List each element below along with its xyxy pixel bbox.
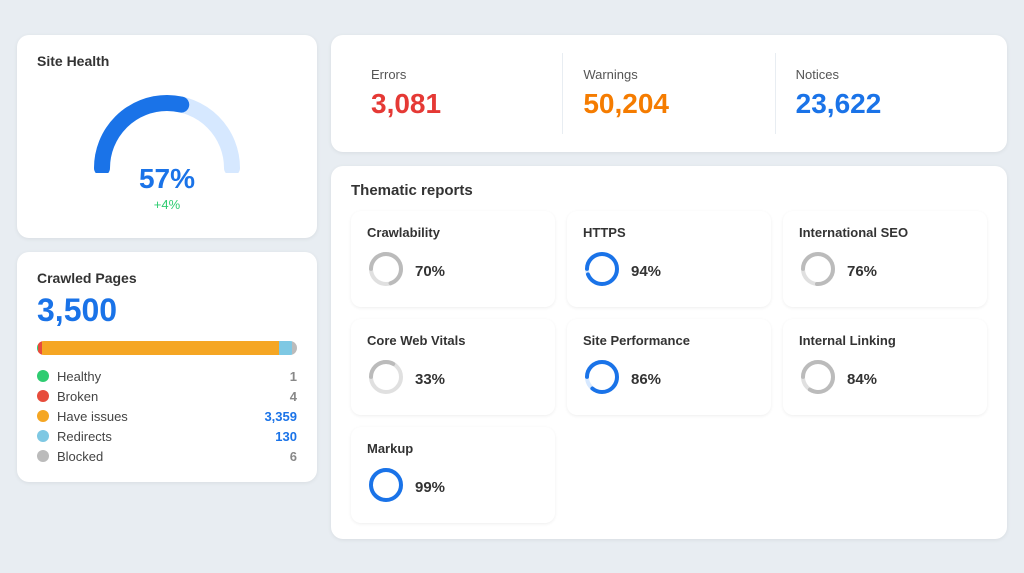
- dot-healthy: [37, 370, 49, 382]
- report-bottom: 86%: [583, 358, 755, 401]
- bar-redirects: [279, 341, 292, 355]
- report-card-site-performance: Site Performance 86%: [567, 319, 771, 415]
- report-percent: 70%: [415, 263, 445, 280]
- legend-broken: Broken 4: [37, 389, 297, 404]
- report-card-https: HTTPS 94%: [567, 211, 771, 307]
- report-name: International SEO: [799, 225, 971, 240]
- report-percent: 84%: [847, 371, 877, 388]
- value-redirects: 130: [275, 429, 297, 444]
- notices-label: Notices: [796, 67, 967, 82]
- dot-redirects: [37, 430, 49, 442]
- legend-blocked: Blocked 6: [37, 449, 297, 464]
- report-percent: 99%: [415, 479, 445, 496]
- report-card-markup: Markup 99%: [351, 427, 555, 523]
- report-card-crawlability: Crawlability 70%: [351, 211, 555, 307]
- report-card-internal-linking: Internal Linking 84%: [783, 319, 987, 415]
- gauge-chart: [87, 83, 247, 173]
- label-redirects: Redirects: [57, 429, 275, 444]
- reports-grid: Crawlability 70% HTTPS 94% International…: [351, 211, 987, 523]
- report-name: Internal Linking: [799, 333, 971, 348]
- notices-value: 23,622: [796, 88, 967, 120]
- left-column: Site Health 57% +4% Crawled Pages 3,500: [17, 35, 317, 539]
- report-bottom: 84%: [799, 358, 971, 401]
- stats-card: Errors 3,081 Warnings 50,204 Notices 23,…: [331, 35, 1007, 152]
- report-percent: 33%: [415, 371, 445, 388]
- value-broken: 4: [290, 389, 297, 404]
- crawled-pages-card: Crawled Pages 3,500 Healthy 1 Broken 4: [17, 252, 317, 482]
- label-healthy: Healthy: [57, 369, 290, 384]
- right-column: Errors 3,081 Warnings 50,204 Notices 23,…: [331, 35, 1007, 539]
- report-card-international-seo: International SEO 76%: [783, 211, 987, 307]
- errors-value: 3,081: [371, 88, 542, 120]
- report-bottom: 94%: [583, 250, 755, 293]
- legend-healthy: Healthy 1: [37, 369, 297, 384]
- donut-icon: [367, 466, 405, 509]
- report-bottom: 70%: [367, 250, 539, 293]
- report-name: HTTPS: [583, 225, 755, 240]
- legend-redirects: Redirects 130: [37, 429, 297, 444]
- site-health-title: Site Health: [37, 53, 297, 69]
- value-issues: 3,359: [264, 409, 297, 424]
- gauge-text: 57% +4%: [139, 163, 195, 212]
- bar-blocked: [292, 341, 297, 355]
- stat-notices: Notices 23,622: [775, 53, 987, 134]
- report-bottom: 33%: [367, 358, 539, 401]
- errors-label: Errors: [371, 67, 542, 82]
- donut-icon: [799, 358, 837, 401]
- value-blocked: 6: [290, 449, 297, 464]
- report-card-core-web-vitals: Core Web Vitals 33%: [351, 319, 555, 415]
- warnings-label: Warnings: [583, 67, 754, 82]
- report-name: Site Performance: [583, 333, 755, 348]
- donut-icon: [583, 358, 621, 401]
- label-blocked: Blocked: [57, 449, 290, 464]
- report-bottom: 76%: [799, 250, 971, 293]
- report-percent: 86%: [631, 371, 661, 388]
- legend-issues: Have issues 3,359: [37, 409, 297, 424]
- value-healthy: 1: [290, 369, 297, 384]
- dot-broken: [37, 390, 49, 402]
- site-health-card: Site Health 57% +4%: [17, 35, 317, 238]
- stat-errors: Errors 3,081: [351, 53, 562, 134]
- label-issues: Have issues: [57, 409, 264, 424]
- report-name: Markup: [367, 441, 539, 456]
- dot-issues: [37, 410, 49, 422]
- report-name: Crawlability: [367, 225, 539, 240]
- stat-warnings: Warnings 50,204: [562, 53, 774, 134]
- report-percent: 76%: [847, 263, 877, 280]
- report-bottom: 99%: [367, 466, 539, 509]
- report-name: Core Web Vitals: [367, 333, 539, 348]
- gauge-container: 57% +4%: [37, 79, 297, 220]
- warnings-value: 50,204: [583, 88, 754, 120]
- dashboard: Site Health 57% +4% Crawled Pages 3,500: [17, 35, 1007, 539]
- label-broken: Broken: [57, 389, 290, 404]
- report-percent: 94%: [631, 263, 661, 280]
- dot-blocked: [37, 450, 49, 462]
- gauge-delta: +4%: [139, 197, 195, 212]
- donut-icon: [583, 250, 621, 293]
- crawled-pages-count: 3,500: [37, 292, 297, 329]
- donut-icon: [367, 358, 405, 401]
- pages-bar: [37, 341, 297, 355]
- thematic-title: Thematic reports: [351, 182, 987, 199]
- donut-icon: [367, 250, 405, 293]
- donut-icon: [799, 250, 837, 293]
- bar-issues: [42, 341, 279, 355]
- thematic-reports-section: Thematic reports Crawlability 70% HTTPS …: [331, 166, 1007, 539]
- pages-legend: Healthy 1 Broken 4 Have issues 3,359 Red…: [37, 369, 297, 464]
- gauge-percent: 57%: [139, 163, 195, 195]
- crawled-pages-title: Crawled Pages: [37, 270, 297, 286]
